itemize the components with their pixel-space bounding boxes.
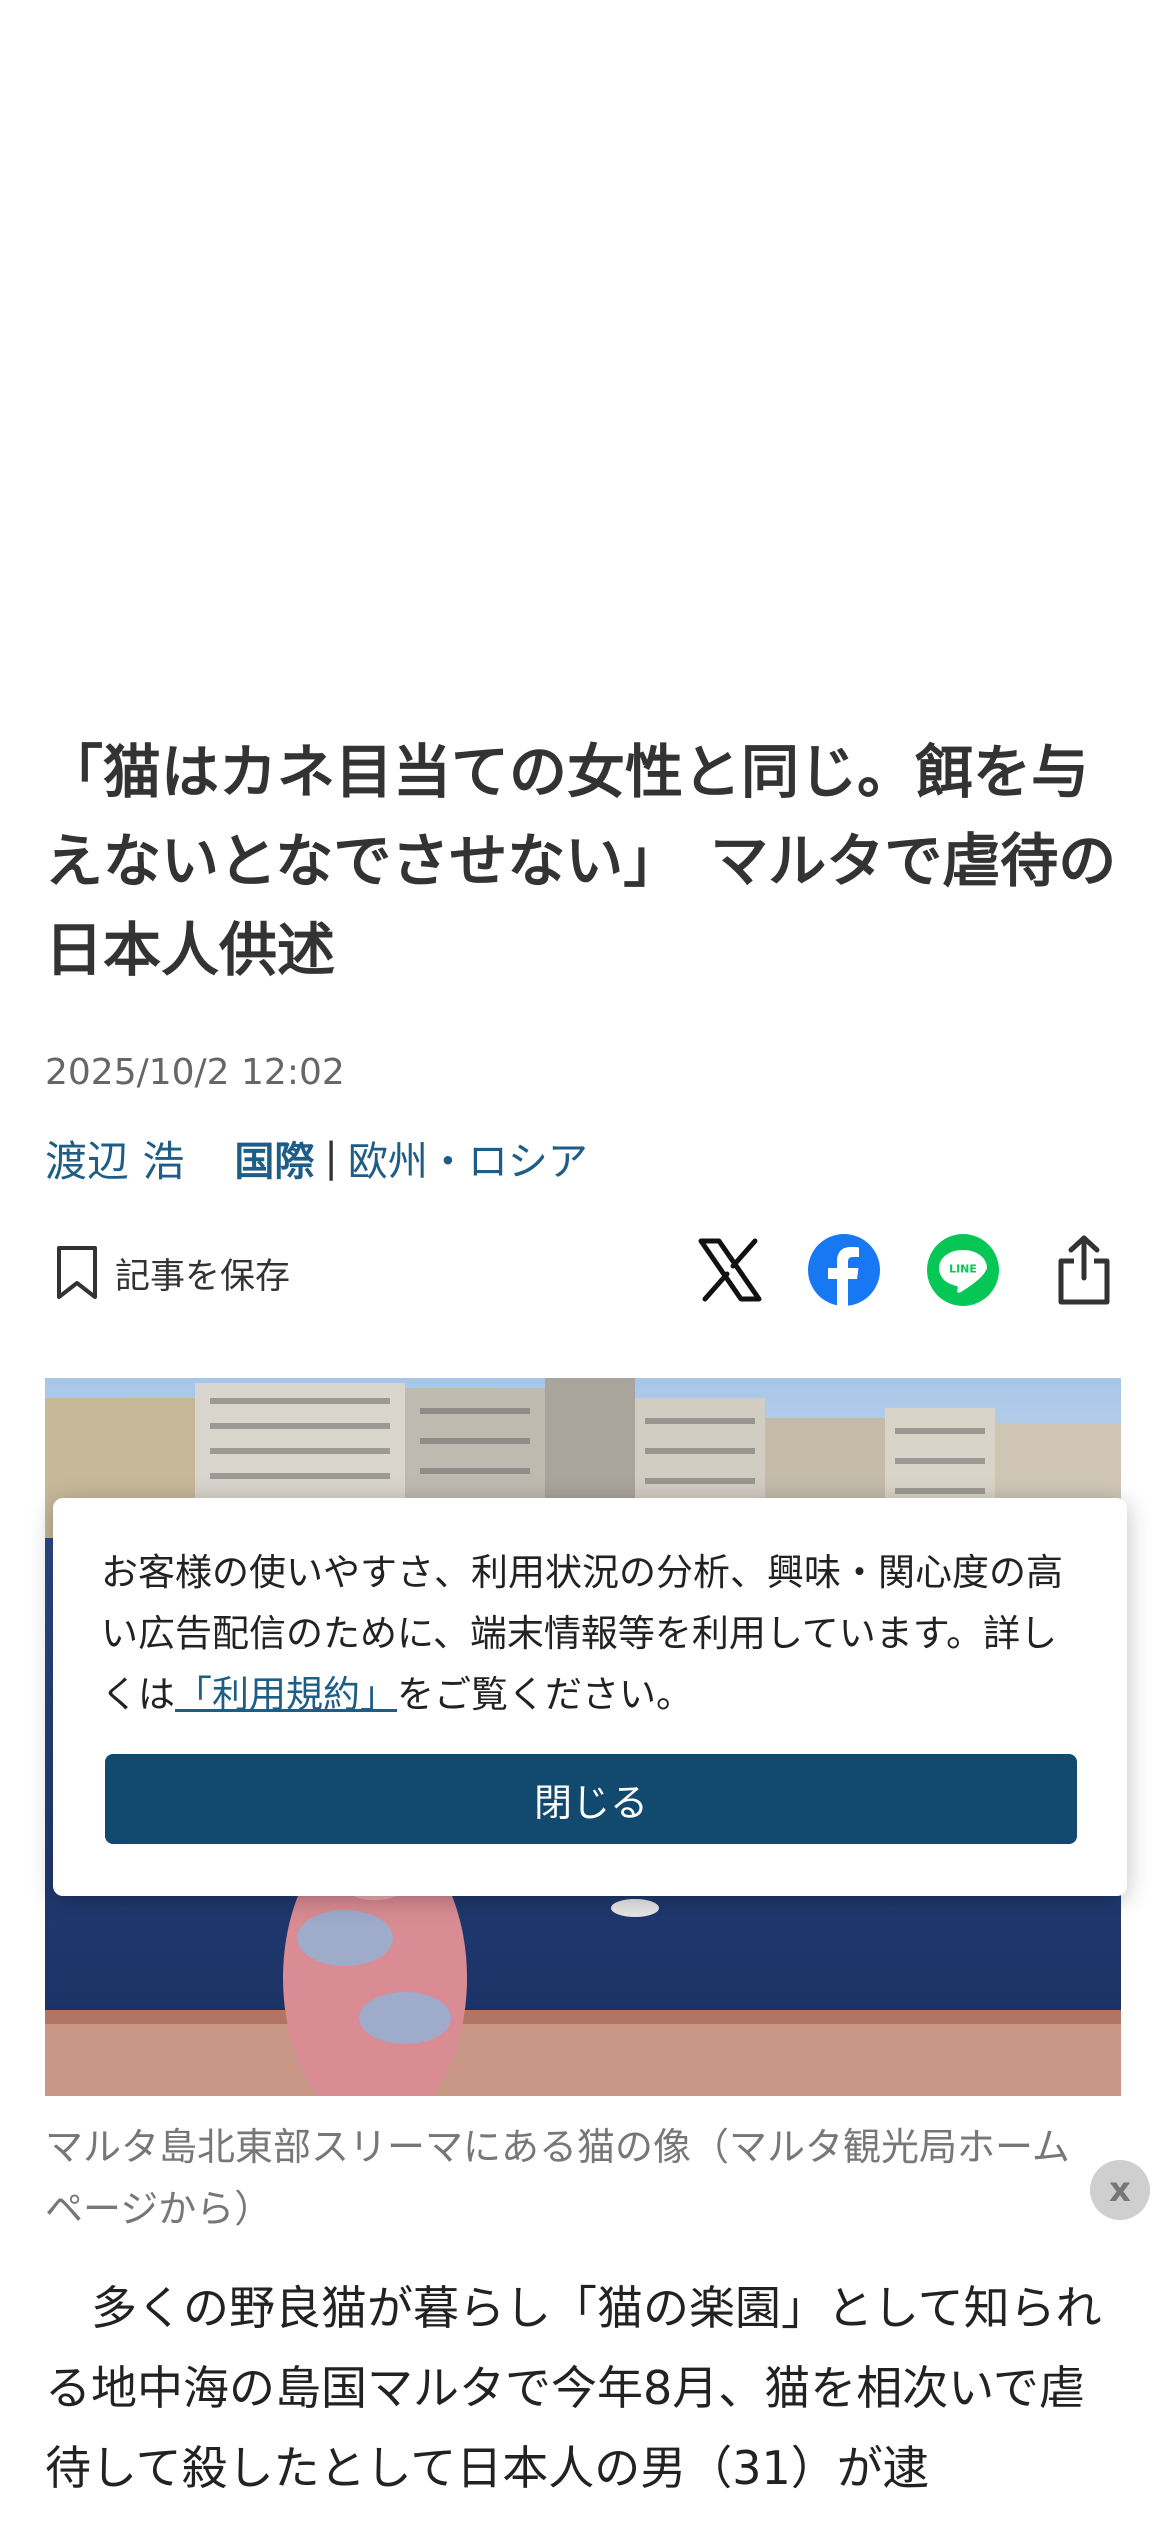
- terms-of-use-link[interactable]: 「利用規約」: [175, 1673, 397, 1716]
- share-x-button[interactable]: [692, 1232, 768, 1308]
- share-facebook-button[interactable]: [806, 1232, 882, 1308]
- author-link[interactable]: 渡辺 浩: [45, 1128, 184, 1189]
- facebook-icon: [808, 1234, 880, 1307]
- x-logo-icon: [698, 1238, 762, 1302]
- save-article-label: 記事を保存: [115, 1256, 291, 1297]
- line-icon: LINE: [927, 1234, 999, 1306]
- publish-date: 2025/10/2 12:02: [45, 1052, 345, 1093]
- article-title: 「猫はカネ目当ての女性と同じ。餌を与えないとなでさせない」 マルタで虐待の日本人…: [45, 738, 1117, 984]
- bookmark-icon: [57, 1246, 97, 1299]
- photo-caption: マルタ島北東部スリーマにある猫の像（マルタ観光局ホームページから）: [45, 2125, 1070, 2231]
- consent-message: お客様の使いやすさ、利用状況の分析、興味・関心度の高い広告配信のために、端末情報…: [101, 1542, 1091, 1725]
- article-meta: 渡辺 浩 国際 | 欧州・ロシア: [45, 1128, 588, 1188]
- category-main-link[interactable]: 国際: [234, 1129, 314, 1187]
- cookie-consent-dialog: お客様の使いやすさ、利用状況の分析、興味・関心度の高い広告配信のために、端末情報…: [53, 1498, 1127, 1896]
- consent-text-after: をご覧ください。: [397, 1673, 693, 1716]
- category-separator: |: [324, 1135, 338, 1181]
- ad-space: [0, 0, 1170, 700]
- close-button[interactable]: x: [1090, 2160, 1150, 2220]
- share-line-button[interactable]: LINE: [925, 1232, 1001, 1308]
- save-article-button[interactable]: 記事を保存: [55, 1238, 290, 1308]
- consent-close-button[interactable]: 閉じる: [105, 1754, 1077, 1844]
- share-icon: [1058, 1235, 1110, 1305]
- category-sub-link[interactable]: 欧州・ロシア: [348, 1129, 588, 1187]
- share-more-button[interactable]: [1046, 1232, 1122, 1308]
- article-body: 多くの野良猫が暮らし「猫の楽園」として知られる地中海の島国マルタで今年8月、猫を…: [45, 2281, 1102, 2495]
- line-icon-label: LINE: [949, 1263, 977, 1276]
